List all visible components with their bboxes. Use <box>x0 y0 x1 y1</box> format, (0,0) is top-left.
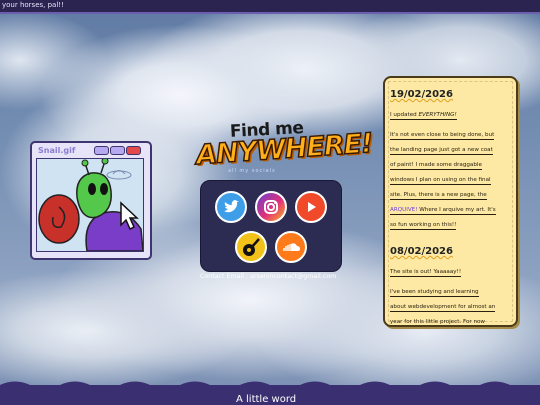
top-marquee-bar: your horses, pal!! <box>0 0 540 14</box>
snail-gif <box>36 158 144 252</box>
news-line: site. Plus, there is a new page, the <box>390 192 487 200</box>
bottom-heading: A little word <box>236 394 297 405</box>
news-line: I've been studying and learning <box>390 289 479 297</box>
social-links-panel <box>200 180 342 272</box>
marquee-text: your horses, pal!! <box>2 1 64 9</box>
contact-email[interactable]: Contact Email : arsenincontact@gmail.com <box>200 273 336 280</box>
minimize-button[interactable] <box>94 146 109 155</box>
news-line-text: Where I arquive my art. It's <box>419 207 496 213</box>
news-line: about webdevelopment for almost an <box>390 304 496 312</box>
news-line: the landing page just got a new coat <box>390 147 493 155</box>
snail-window[interactable]: Snail.gif <box>30 141 152 260</box>
news-line: so fun working on this!! <box>390 222 457 230</box>
socials-subtitle: all my socials <box>228 168 276 174</box>
emphasis-text: EVERYTHING! <box>418 112 457 118</box>
news-date: 19/02/2026 <box>390 89 453 100</box>
youtube-icon[interactable] <box>295 191 327 223</box>
news-line: ARQUIVE! Where I arquive my art. It's <box>390 207 496 215</box>
guitar-icon[interactable] <box>235 231 267 263</box>
window-title: Snail.gif <box>38 146 76 155</box>
news-line: year for this little project. For now <box>390 319 486 325</box>
wave-divider <box>0 381 540 388</box>
close-button[interactable] <box>126 146 141 155</box>
news-line: windows I plan on using on the final <box>390 177 491 185</box>
news-line: The site is out! Yaaaaay!! <box>390 269 462 277</box>
twitter-icon[interactable] <box>215 191 247 223</box>
anywhere-heading: ANYWHERE! <box>194 127 374 172</box>
soundcloud-icon[interactable] <box>275 231 307 263</box>
bottom-section: A little word <box>0 381 540 405</box>
news-date: 08/02/2026 <box>390 246 453 257</box>
arquive-link[interactable]: ARQUIVE! <box>390 207 417 213</box>
news-panel[interactable]: 19/02/2026 I updated EVERYTHING! It's no… <box>383 76 518 327</box>
news-line: of paint! I made some draggable <box>390 162 482 170</box>
ufo-icon <box>106 170 132 180</box>
maximize-button[interactable] <box>110 146 125 155</box>
news-line: It's not even close to being done, but <box>390 132 495 140</box>
instagram-icon[interactable] <box>255 191 287 223</box>
news-line: I updated EVERYTHING! <box>390 112 457 120</box>
